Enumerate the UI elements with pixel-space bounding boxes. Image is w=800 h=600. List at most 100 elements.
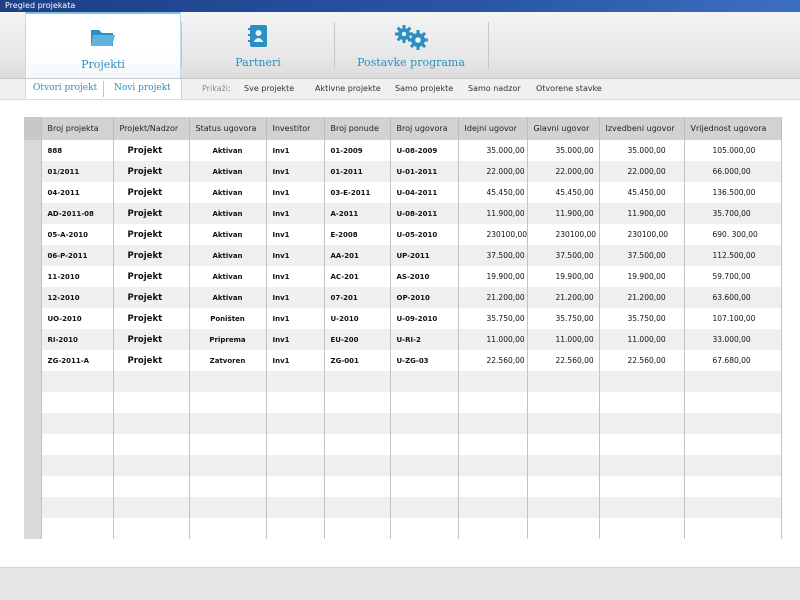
table-cell: 11.900,00 (599, 203, 685, 224)
empty-cell (189, 518, 267, 539)
open-project-link[interactable]: Otvori projekt (33, 83, 97, 93)
column-header[interactable]: Glavni ugovor (527, 117, 600, 140)
table-cell: Priprema (189, 329, 267, 350)
empty-cell (189, 392, 267, 413)
window-titlebar: Pregled projekata (0, 0, 800, 12)
empty-cell (41, 371, 114, 392)
column-header[interactable]: Status ugovora (189, 117, 267, 140)
column-header[interactable]: Broj ponude (324, 117, 391, 140)
table-row[interactable]: 04-2011 Projekt Aktivan Inv1 03-E-2011 U-04-2… (24, 182, 782, 203)
empty-cell (599, 497, 685, 518)
empty-cell (189, 476, 267, 497)
row-selector[interactable] (24, 266, 42, 287)
table-cell: 35.750,00 (527, 308, 600, 329)
tab-separator (488, 22, 489, 68)
table-cell: U-01-2011 (390, 161, 459, 182)
column-header[interactable]: Projekt/Nadzor (113, 117, 190, 140)
row-selector[interactable] (24, 308, 42, 329)
filter-open-items[interactable]: Otvorene stavke (536, 84, 602, 93)
table-cell: Aktivan (189, 224, 267, 245)
table-cell: 19.900,00 (527, 266, 600, 287)
tab-partneri[interactable]: Partneri (182, 12, 334, 78)
table-cell: 04-2011 (41, 182, 114, 203)
empty-cell (324, 371, 391, 392)
table-row[interactable]: ZG-2011-A Projekt Zatvoren Inv1 ZG-001 U-ZG-0… (24, 350, 782, 371)
row-selector[interactable] (24, 140, 42, 161)
empty-cell (599, 476, 685, 497)
empty-cell (24, 434, 42, 455)
empty-cell (458, 434, 528, 455)
empty-cell (266, 497, 325, 518)
empty-cell (527, 413, 600, 434)
table-row[interactable]: 06-P-2011 Projekt Aktivan Inv1 AA-201 UP-2011… (24, 245, 782, 266)
table-cell: U-08-2011 (390, 203, 459, 224)
row-selector[interactable] (24, 182, 42, 203)
empty-cell (113, 518, 190, 539)
table-row[interactable]: UO-2010 Projekt Poništen Inv1 U-2010 U-09-201… (24, 308, 782, 329)
row-selector[interactable] (24, 329, 42, 350)
tab-postavke-programa[interactable]: Postavke programa (335, 12, 487, 78)
table-cell: 11.900,00 (527, 203, 600, 224)
empty-cell (266, 392, 325, 413)
table-row[interactable]: 05-A-2010 Projekt Aktivan Inv1 E-2008 U-05-20… (24, 224, 782, 245)
table-cell: Inv1 (266, 203, 325, 224)
table-cell: Zatvoren (189, 350, 267, 371)
table-cell: UP-2011 (390, 245, 459, 266)
table-cell: Projekt (113, 140, 190, 161)
new-project-link[interactable]: Novi projekt (114, 83, 171, 93)
row-selector[interactable] (24, 161, 42, 182)
column-header[interactable]: Broj projekta (41, 117, 114, 140)
empty-cell (266, 455, 325, 476)
table-cell: U-2010 (324, 308, 391, 329)
table-cell: 112.500,00 (684, 245, 782, 266)
table-cell: EU-200 (324, 329, 391, 350)
filter-supervision-only[interactable]: Samo nadzor (468, 84, 521, 93)
row-selector[interactable] (24, 287, 42, 308)
row-selector[interactable] (24, 224, 42, 245)
table-cell: 105.000,00 (684, 140, 782, 161)
column-header[interactable]: Broj ugovora (390, 117, 459, 140)
table-cell: 01/2011 (41, 161, 114, 182)
tab-projekti[interactable]: Projekti (25, 12, 181, 78)
table-cell: Inv1 (266, 161, 325, 182)
empty-cell (527, 371, 600, 392)
empty-cell (599, 392, 685, 413)
table-cell: 35.000,00 (458, 140, 528, 161)
filter-all-projects[interactable]: Sve projekte (244, 84, 294, 93)
table-cell: 22.000,00 (458, 161, 528, 182)
table-cell: Projekt (113, 266, 190, 287)
empty-cell (324, 392, 391, 413)
column-header[interactable]: Idejni ugovor (458, 117, 528, 140)
table-cell: 19.900,00 (458, 266, 528, 287)
filter-active-projects[interactable]: Aktivne projekte (315, 84, 381, 93)
table-row[interactable]: 888 Projekt Aktivan Inv1 01-2009 U-08-2009 35.… (24, 140, 782, 161)
column-header[interactable]: Izvedbeni ugovor (599, 117, 685, 140)
table-cell: 05-A-2010 (41, 224, 114, 245)
empty-cell (324, 497, 391, 518)
empty-cell (324, 455, 391, 476)
row-selector[interactable] (24, 350, 42, 371)
column-header[interactable]: Investitor (266, 117, 325, 140)
empty-cell (684, 413, 782, 434)
filter-projects-only[interactable]: Samo projekte (395, 84, 453, 93)
table-cell: 21.200,00 (527, 287, 600, 308)
table-cell: Projekt (113, 161, 190, 182)
table-row[interactable]: 11-2010 Projekt Aktivan Inv1 AC-201 AS-2010 19… (24, 266, 782, 287)
empty-cell (599, 413, 685, 434)
row-selector[interactable] (24, 203, 42, 224)
table-row[interactable]: RI-2010 Projekt Priprema Inv1 EU-200 U-RI-2 11… (24, 329, 782, 350)
contacts-book-icon (248, 25, 267, 47)
row-selector[interactable] (24, 245, 42, 266)
table-cell: 22.560,00 (458, 350, 528, 371)
empty-cell (266, 371, 325, 392)
empty-cell (113, 413, 190, 434)
column-header[interactable]: Vrijednost ugovora (684, 117, 782, 140)
table-cell: AA-201 (324, 245, 391, 266)
table-cell: Inv1 (266, 287, 325, 308)
table-row[interactable]: AD-2011-08 Projekt Aktivan Inv1 A-2011 U-08-2… (24, 203, 782, 224)
table-row[interactable]: 12-2010 Projekt Aktivan Inv1 07-201 OP-2010 21… (24, 287, 782, 308)
table-row[interactable]: 01/2011 Projekt Aktivan Inv1 01-2011 U-01-201… (24, 161, 782, 182)
empty-cell (390, 497, 459, 518)
table-cell: 22.000,00 (527, 161, 600, 182)
empty-cell (390, 518, 459, 539)
